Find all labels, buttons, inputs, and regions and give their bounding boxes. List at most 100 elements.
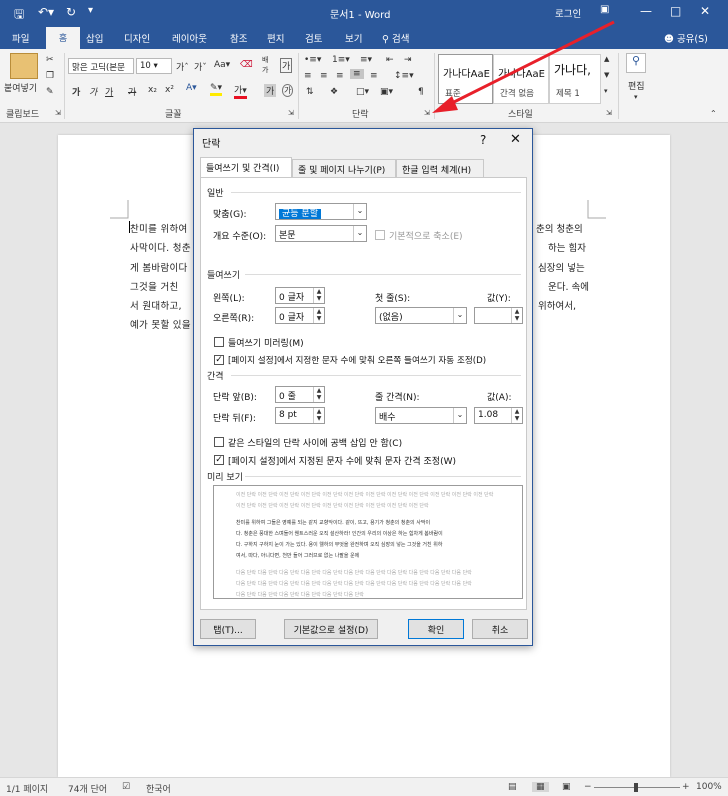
superscript-icon[interactable]: x² <box>165 85 174 95</box>
paste-icon[interactable] <box>10 53 38 79</box>
snap-to-grid-checkbox[interactable]: ✓ <box>214 455 224 465</box>
format-painter-icon[interactable]: ✎ <box>46 87 54 97</box>
tab-asian-typography[interactable]: 한글 입력 체계(H) <box>396 159 484 178</box>
mirror-indents-checkbox[interactable] <box>214 337 224 347</box>
underline-button[interactable]: 가 <box>105 85 113 98</box>
highlight-color-icon[interactable]: ✎▾ <box>210 83 223 96</box>
bold-button[interactable]: 가 <box>72 85 80 98</box>
tab-layout[interactable]: 레이아웃 <box>172 31 207 45</box>
style-normal[interactable]: 가나다AaE 표준 <box>438 54 493 104</box>
read-mode-icon[interactable]: ▤ <box>508 782 517 792</box>
print-layout-icon[interactable]: ▦ <box>532 782 549 792</box>
indent-by-spinner[interactable]: ▲ ▼ <box>474 307 523 324</box>
help-button[interactable]: ? <box>480 133 486 147</box>
shading-icon[interactable]: □▾ <box>356 87 369 97</box>
tabs-button[interactable]: 탭(T)... <box>200 619 256 639</box>
word-count[interactable]: 74개 단어 <box>68 782 107 795</box>
auto-adjust-right-indent-checkbox[interactable]: ✓ <box>214 355 224 365</box>
text-effects-icon[interactable]: A▾ <box>186 83 197 93</box>
line-spacing-dropdown[interactable]: 배수 ⌄ <box>375 407 467 424</box>
show-formatting-icon[interactable]: ¶ <box>418 87 424 97</box>
indent-right-spinner[interactable]: 0 글자 ▲ ▼ <box>275 307 325 324</box>
distributed-icon[interactable]: ≡ <box>370 71 378 81</box>
cancel-button[interactable]: 취소 <box>472 619 528 639</box>
styles-launcher-icon[interactable]: ⇲ <box>606 109 612 117</box>
dialog-close-button[interactable]: ✕ <box>510 132 521 147</box>
font-size-combo[interactable]: 10 ▾ <box>136 58 172 74</box>
first-line-dropdown[interactable]: (없음) ⌄ <box>375 307 467 324</box>
styles-more-icon[interactable]: ▾ <box>604 87 608 95</box>
page-count[interactable]: 1/1 페이지 <box>6 782 48 795</box>
set-as-default-button[interactable]: 기본값으로 설정(D) <box>284 619 378 639</box>
grow-font-icon[interactable]: 가ˆ <box>176 60 189 73</box>
spacing-after-spinner[interactable]: 8 pt ▲ ▼ <box>275 407 325 424</box>
font-name-combo[interactable]: 맑은 고딕(본문 <box>68 58 134 74</box>
line-spacing-icon[interactable]: ↕≡▾ <box>394 71 414 81</box>
subscript-icon[interactable]: x₂ <box>148 85 157 95</box>
clipboard-launcher-icon[interactable]: ⇲ <box>55 109 61 117</box>
decrease-indent-icon[interactable]: ⇤ <box>386 55 394 65</box>
spacing-before-spinner[interactable]: 0 줄 ▲ ▼ <box>275 386 325 403</box>
font-launcher-icon[interactable]: ⇲ <box>288 109 294 117</box>
spinner-arrows-icon[interactable]: ▲ ▼ <box>313 308 324 323</box>
tab-references[interactable]: 참조 <box>230 31 247 45</box>
tab-indents-and-spacing[interactable]: 들여쓰기 및 간격(I) <box>200 157 292 178</box>
enclosed-character-icon[interactable]: 가 <box>282 84 294 97</box>
tab-view[interactable]: 보기 <box>345 31 362 45</box>
tell-me-search[interactable]: ⚲ 검색 <box>382 31 409 45</box>
maximize-button[interactable]: □ <box>670 4 681 18</box>
find-icon[interactable]: ⚲ <box>626 53 646 73</box>
multilevel-list-icon[interactable]: ≡▾ <box>360 55 372 65</box>
line-spacing-at-spinner[interactable]: 1.08 ▲ ▼ <box>474 407 523 424</box>
bullets-icon[interactable]: •≡▾ <box>304 55 321 65</box>
justify-icon[interactable]: ≡ <box>350 69 364 79</box>
spinner-arrows-icon[interactable]: ▲ ▼ <box>511 408 522 423</box>
share-button[interactable]: ☻ 공유(S) <box>664 31 708 45</box>
spinner-arrows-icon[interactable]: ▲ ▼ <box>313 288 324 303</box>
asian-layout-icon[interactable]: ❖ <box>330 87 338 97</box>
borders-icon[interactable]: ▣▾ <box>380 87 393 97</box>
customize-quick-access-icon[interactable]: ▾ <box>88 5 93 16</box>
web-layout-icon[interactable]: ▣ <box>562 782 571 792</box>
spinner-arrows-icon[interactable]: ▲ ▼ <box>511 308 522 323</box>
align-right-icon[interactable]: ≡ <box>336 71 344 81</box>
tab-review[interactable]: 검토 <box>305 31 322 45</box>
undo-icon[interactable]: ↶▾ <box>38 5 54 19</box>
ribbon-display-options-icon[interactable]: ▣ <box>600 4 609 15</box>
character-shading-icon[interactable]: 가 <box>264 84 277 97</box>
collapsed-by-default-checkbox[interactable] <box>375 230 385 240</box>
editing-dropdown-icon[interactable]: ▾ <box>634 93 638 101</box>
copy-icon[interactable]: ❐ <box>46 71 54 81</box>
numbering-icon[interactable]: 1≡▾ <box>332 55 350 65</box>
tab-file[interactable]: 파일 <box>12 31 29 45</box>
paragraph-launcher-icon[interactable]: ⇲ <box>424 109 430 117</box>
font-color-icon[interactable]: 가▾ <box>234 83 247 99</box>
style-heading-1[interactable]: 가나다, 제목 1 <box>549 54 601 104</box>
zoom-out-icon[interactable]: − <box>584 782 592 792</box>
sign-in-link[interactable]: 로그인 <box>555 6 581 20</box>
enclose-characters-icon[interactable]: 가 <box>280 58 293 73</box>
minimize-button[interactable]: — <box>640 4 652 18</box>
italic-button[interactable]: 가 <box>89 85 97 98</box>
zoom-in-icon[interactable]: + <box>682 782 690 792</box>
styles-scroll-up-icon[interactable]: ▲ <box>604 55 609 63</box>
change-case-icon[interactable]: Aa▾ <box>214 60 230 70</box>
increase-indent-icon[interactable]: ⇥ <box>404 55 412 65</box>
indent-left-spinner[interactable]: 0 글자 ▲ ▼ <box>275 287 325 304</box>
language-indicator[interactable]: 한국어 <box>146 782 171 795</box>
style-no-spacing[interactable]: 가나다AaE 간격 없음 <box>493 54 549 104</box>
redo-icon[interactable]: ↻ <box>66 5 76 19</box>
collapse-ribbon-icon[interactable]: ⌃ <box>710 109 717 118</box>
phonetic-guide-icon[interactable]: 배가 <box>262 55 268 75</box>
proofing-icon[interactable]: ☑ <box>122 782 130 792</box>
align-center-icon[interactable]: ≡ <box>320 71 328 81</box>
save-icon[interactable]: 🖫 <box>14 5 24 26</box>
tab-design[interactable]: 디자인 <box>124 31 150 45</box>
spinner-arrows-icon[interactable]: ▲ ▼ <box>313 408 324 423</box>
spinner-arrows-icon[interactable]: ▲ ▼ <box>313 387 324 402</box>
strikethrough-button[interactable]: 가 <box>128 85 136 98</box>
outline-level-dropdown[interactable]: 본문 ⌄ <box>275 225 367 242</box>
align-left-icon[interactable]: ≡ <box>304 71 312 81</box>
clear-formatting-icon[interactable]: ⌫ <box>240 60 253 70</box>
shrink-font-icon[interactable]: 가ˇ <box>194 60 207 73</box>
